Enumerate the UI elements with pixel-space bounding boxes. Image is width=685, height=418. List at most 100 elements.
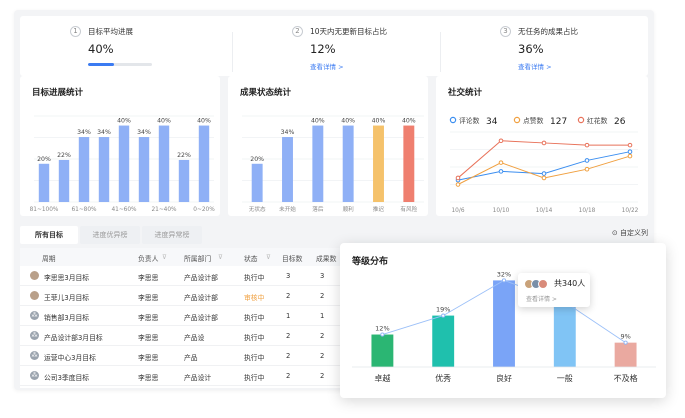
cell-period[interactable]: 李思思3月目标	[44, 272, 89, 282]
tick-label: 卓越	[374, 373, 390, 383]
cell-owner: 李思思	[138, 274, 159, 282]
data-point	[627, 149, 633, 154]
header-department[interactable]: 所属部门	[184, 253, 211, 263]
cell-results: 2	[320, 372, 325, 380]
tick-label: 10/10	[493, 208, 510, 214]
filter-icon[interactable]: ⊽	[266, 253, 271, 261]
tab-abnormal-progress[interactable]: 进度异常榜	[142, 226, 202, 244]
progress-bar	[88, 63, 152, 66]
tick-label: 10/18	[579, 208, 596, 214]
cell-dept: 产品设	[184, 334, 205, 342]
header-status[interactable]: 状态	[244, 253, 258, 263]
data-label: 12%	[375, 325, 389, 333]
cell-dept: 产品设计部	[184, 314, 218, 322]
stat-number: 2	[292, 26, 303, 37]
tick-label: 不及格	[614, 373, 638, 383]
bar	[493, 280, 515, 367]
cell-status: 执行中	[244, 334, 265, 342]
bar	[38, 163, 50, 202]
progress-bar-fill	[88, 63, 114, 66]
data-label: 40%	[341, 118, 355, 125]
data-label: 34%	[97, 129, 111, 136]
view-details-link[interactable]: 查看详情 >	[526, 294, 557, 303]
cell-dept: 产品设计部	[184, 294, 218, 302]
tab-top-progress[interactable]: 进度优异榜	[80, 226, 140, 244]
legend-value: 127	[550, 117, 567, 127]
bar	[158, 125, 170, 202]
tick-label: 21~40%	[151, 207, 177, 213]
cell-goals: 2	[286, 292, 291, 300]
cell-goals: 2	[286, 332, 291, 340]
tick-label: 10/6	[451, 208, 464, 214]
cell-status: 执行中	[244, 374, 265, 382]
header-owner[interactable]: 负责人	[138, 253, 158, 263]
data-point	[380, 332, 385, 337]
data-point	[584, 158, 590, 163]
stat-title: 10天内无更新目标占比	[310, 27, 388, 36]
legend-label: 红花数	[587, 116, 608, 125]
cell-owner: 李思思	[138, 314, 159, 322]
filter-icon[interactable]: ⊽	[162, 253, 167, 261]
header-period[interactable]: 周期	[42, 253, 56, 263]
data-point	[498, 138, 504, 144]
data-label: 40%	[157, 118, 171, 125]
filter-icon[interactable]: ⊽	[218, 253, 223, 261]
cell-period[interactable]: 王菲儿3月目标	[44, 292, 89, 302]
cell-results: 2	[320, 332, 325, 340]
bar	[118, 125, 130, 202]
data-point	[627, 153, 633, 159]
data-point	[498, 169, 504, 174]
data-label: 40%	[117, 118, 131, 125]
data-point	[455, 182, 461, 187]
goal-progress-chart: 20% 81~100% 22% 34% 61~80% 34% 40% 41~60% 34% 40%…	[30, 115, 215, 213]
data-point	[627, 142, 633, 148]
tab-all-goals[interactable]: 所有目标	[20, 226, 78, 244]
tick-label: 良好	[496, 373, 512, 383]
data-label: 40%	[197, 118, 211, 125]
header-result-count[interactable]: 成果数	[316, 253, 336, 263]
data-point	[541, 175, 547, 181]
tick-label: 无状态	[249, 205, 266, 213]
header-goal-count[interactable]: 目标数	[282, 253, 302, 263]
view-details-link[interactable]: 查看详情 >	[310, 61, 344, 71]
cell-owner: 李思思	[138, 294, 159, 302]
tick-label: 10/14	[536, 208, 553, 214]
cell-dept: 产品	[184, 354, 198, 362]
summary-card: 1 目标平均进展 40% 2 10天内无更新目标占比 12% 查看详情 > 3 …	[20, 16, 648, 76]
org-icon: ⁂	[30, 351, 39, 360]
stat-value: 12%	[310, 42, 336, 56]
result-status-chart: 20% 无状态 34% 未开始 40% 落后 40% 顺利 40% 推迟 40% 有风险	[242, 115, 424, 213]
data-point	[541, 140, 547, 146]
data-label: 40%	[402, 118, 416, 125]
tick-label: 一般	[557, 373, 573, 383]
data-label: 9%	[620, 333, 630, 341]
stat-no-task: 3 无任务的成果占比 36% 查看详情 >	[500, 24, 640, 82]
view-details-link[interactable]: 查看详情 >	[518, 61, 552, 71]
legend-value: 26	[614, 117, 626, 127]
bar	[553, 302, 576, 367]
custom-columns-button[interactable]: ⊙ 自定义列	[612, 228, 648, 238]
bar	[178, 159, 190, 202]
cell-period[interactable]: 销售部3月目标	[44, 312, 89, 322]
stat-value: 40%	[88, 42, 114, 56]
divider	[440, 32, 441, 72]
cell-goals: 1	[286, 312, 291, 320]
data-label: 20%	[37, 156, 51, 163]
cell-period[interactable]: 产品设计部3月目标	[44, 332, 103, 342]
bar	[432, 315, 455, 367]
bar	[98, 137, 110, 202]
cell-dept: 产品设计部	[184, 274, 218, 282]
social-stats-chart: 评论数 34 点赞数 127 红花数 26 10/6 10/10 10/14 10/18 10/22	[449, 116, 639, 214]
data-label: 19%	[436, 306, 450, 314]
tick-label: 61~80%	[71, 207, 97, 213]
cell-period[interactable]: 运营中心3月目标	[44, 352, 96, 362]
cell-period[interactable]: 公司3季度目标	[44, 372, 89, 382]
data-point	[455, 175, 461, 181]
legend-marker	[577, 116, 585, 124]
org-icon: ⁂	[30, 311, 39, 320]
tooltip: 共340人 查看详情 >	[518, 273, 590, 307]
cell-dept: 产品设计	[184, 374, 212, 382]
divider	[232, 32, 233, 72]
grade-distribution-panel: 等级分布 12% 卓越 19% 优秀 32% 良好 一般 9% 不及格 共340人 查看详情 >	[340, 243, 666, 398]
data-label: 34%	[137, 129, 151, 136]
